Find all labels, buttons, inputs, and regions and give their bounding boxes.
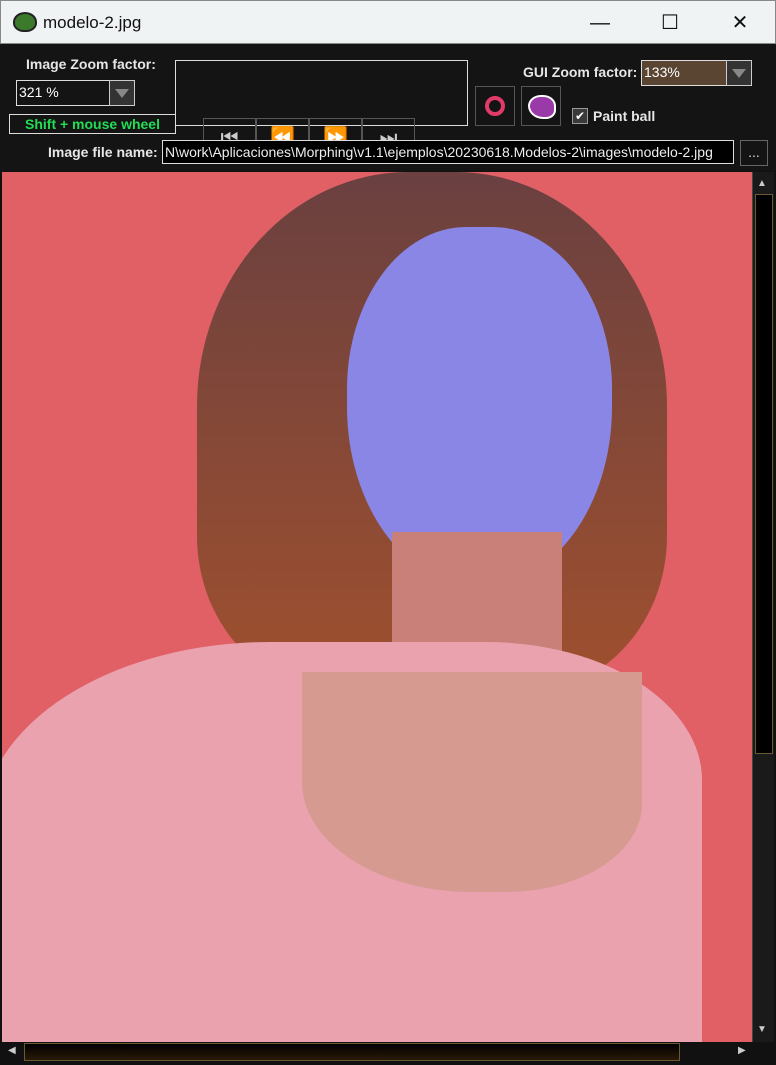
shortcut-hint: Shift + mouse wheel — [9, 114, 176, 134]
scroll-left-icon[interactable]: ◀ — [8, 1045, 16, 1056]
file-name-label: Image file name: — [48, 144, 158, 160]
title-bar: modelo-2.jpg — ☐ ✕ — [0, 0, 776, 44]
vertical-scroll-thumb[interactable] — [755, 194, 773, 754]
gui-zoom-input[interactable]: 133% — [641, 60, 727, 86]
minimize-button[interactable]: — — [577, 7, 623, 39]
image-zoom-label: Image Zoom factor: — [26, 56, 156, 72]
horizontal-scroll-thumb[interactable] — [24, 1043, 680, 1061]
horizontal-scrollbar[interactable]: ◀ ▶ — [2, 1042, 754, 1062]
app-icon — [13, 12, 37, 32]
maximize-button[interactable]: ☐ — [647, 7, 693, 39]
image-zoom-dropdown[interactable] — [109, 80, 135, 106]
paint-ball-label: Paint ball — [593, 108, 656, 124]
browse-button[interactable]: ... — [740, 140, 768, 166]
image-zoom-input[interactable]: 321 % — [16, 80, 110, 106]
scroll-down-icon[interactable]: ▼ — [757, 1024, 767, 1035]
nav-group — [175, 60, 468, 126]
close-button[interactable]: ✕ — [717, 7, 763, 39]
palette-icon[interactable] — [521, 86, 561, 126]
scroll-right-icon[interactable]: ▶ — [738, 1045, 746, 1056]
paint-ball-checkbox[interactable]: ✔ — [572, 108, 588, 124]
image-canvas[interactable] — [2, 172, 752, 1042]
vertical-scrollbar[interactable]: ▲ ▼ — [752, 172, 774, 1042]
gui-zoom-dropdown[interactable] — [726, 60, 752, 86]
file-name-input[interactable]: N\work\Aplicaciones\Morphing\v1.1\ejempl… — [162, 140, 734, 164]
chest — [302, 672, 642, 892]
sun-icon[interactable] — [475, 86, 515, 126]
gui-zoom-label: GUI Zoom factor: — [523, 64, 638, 80]
scroll-up-icon[interactable]: ▲ — [757, 178, 767, 189]
window-title: modelo-2.jpg — [43, 13, 142, 32]
toolbar: Image Zoom factor: 321 % Shift + mouse w… — [0, 44, 776, 171]
